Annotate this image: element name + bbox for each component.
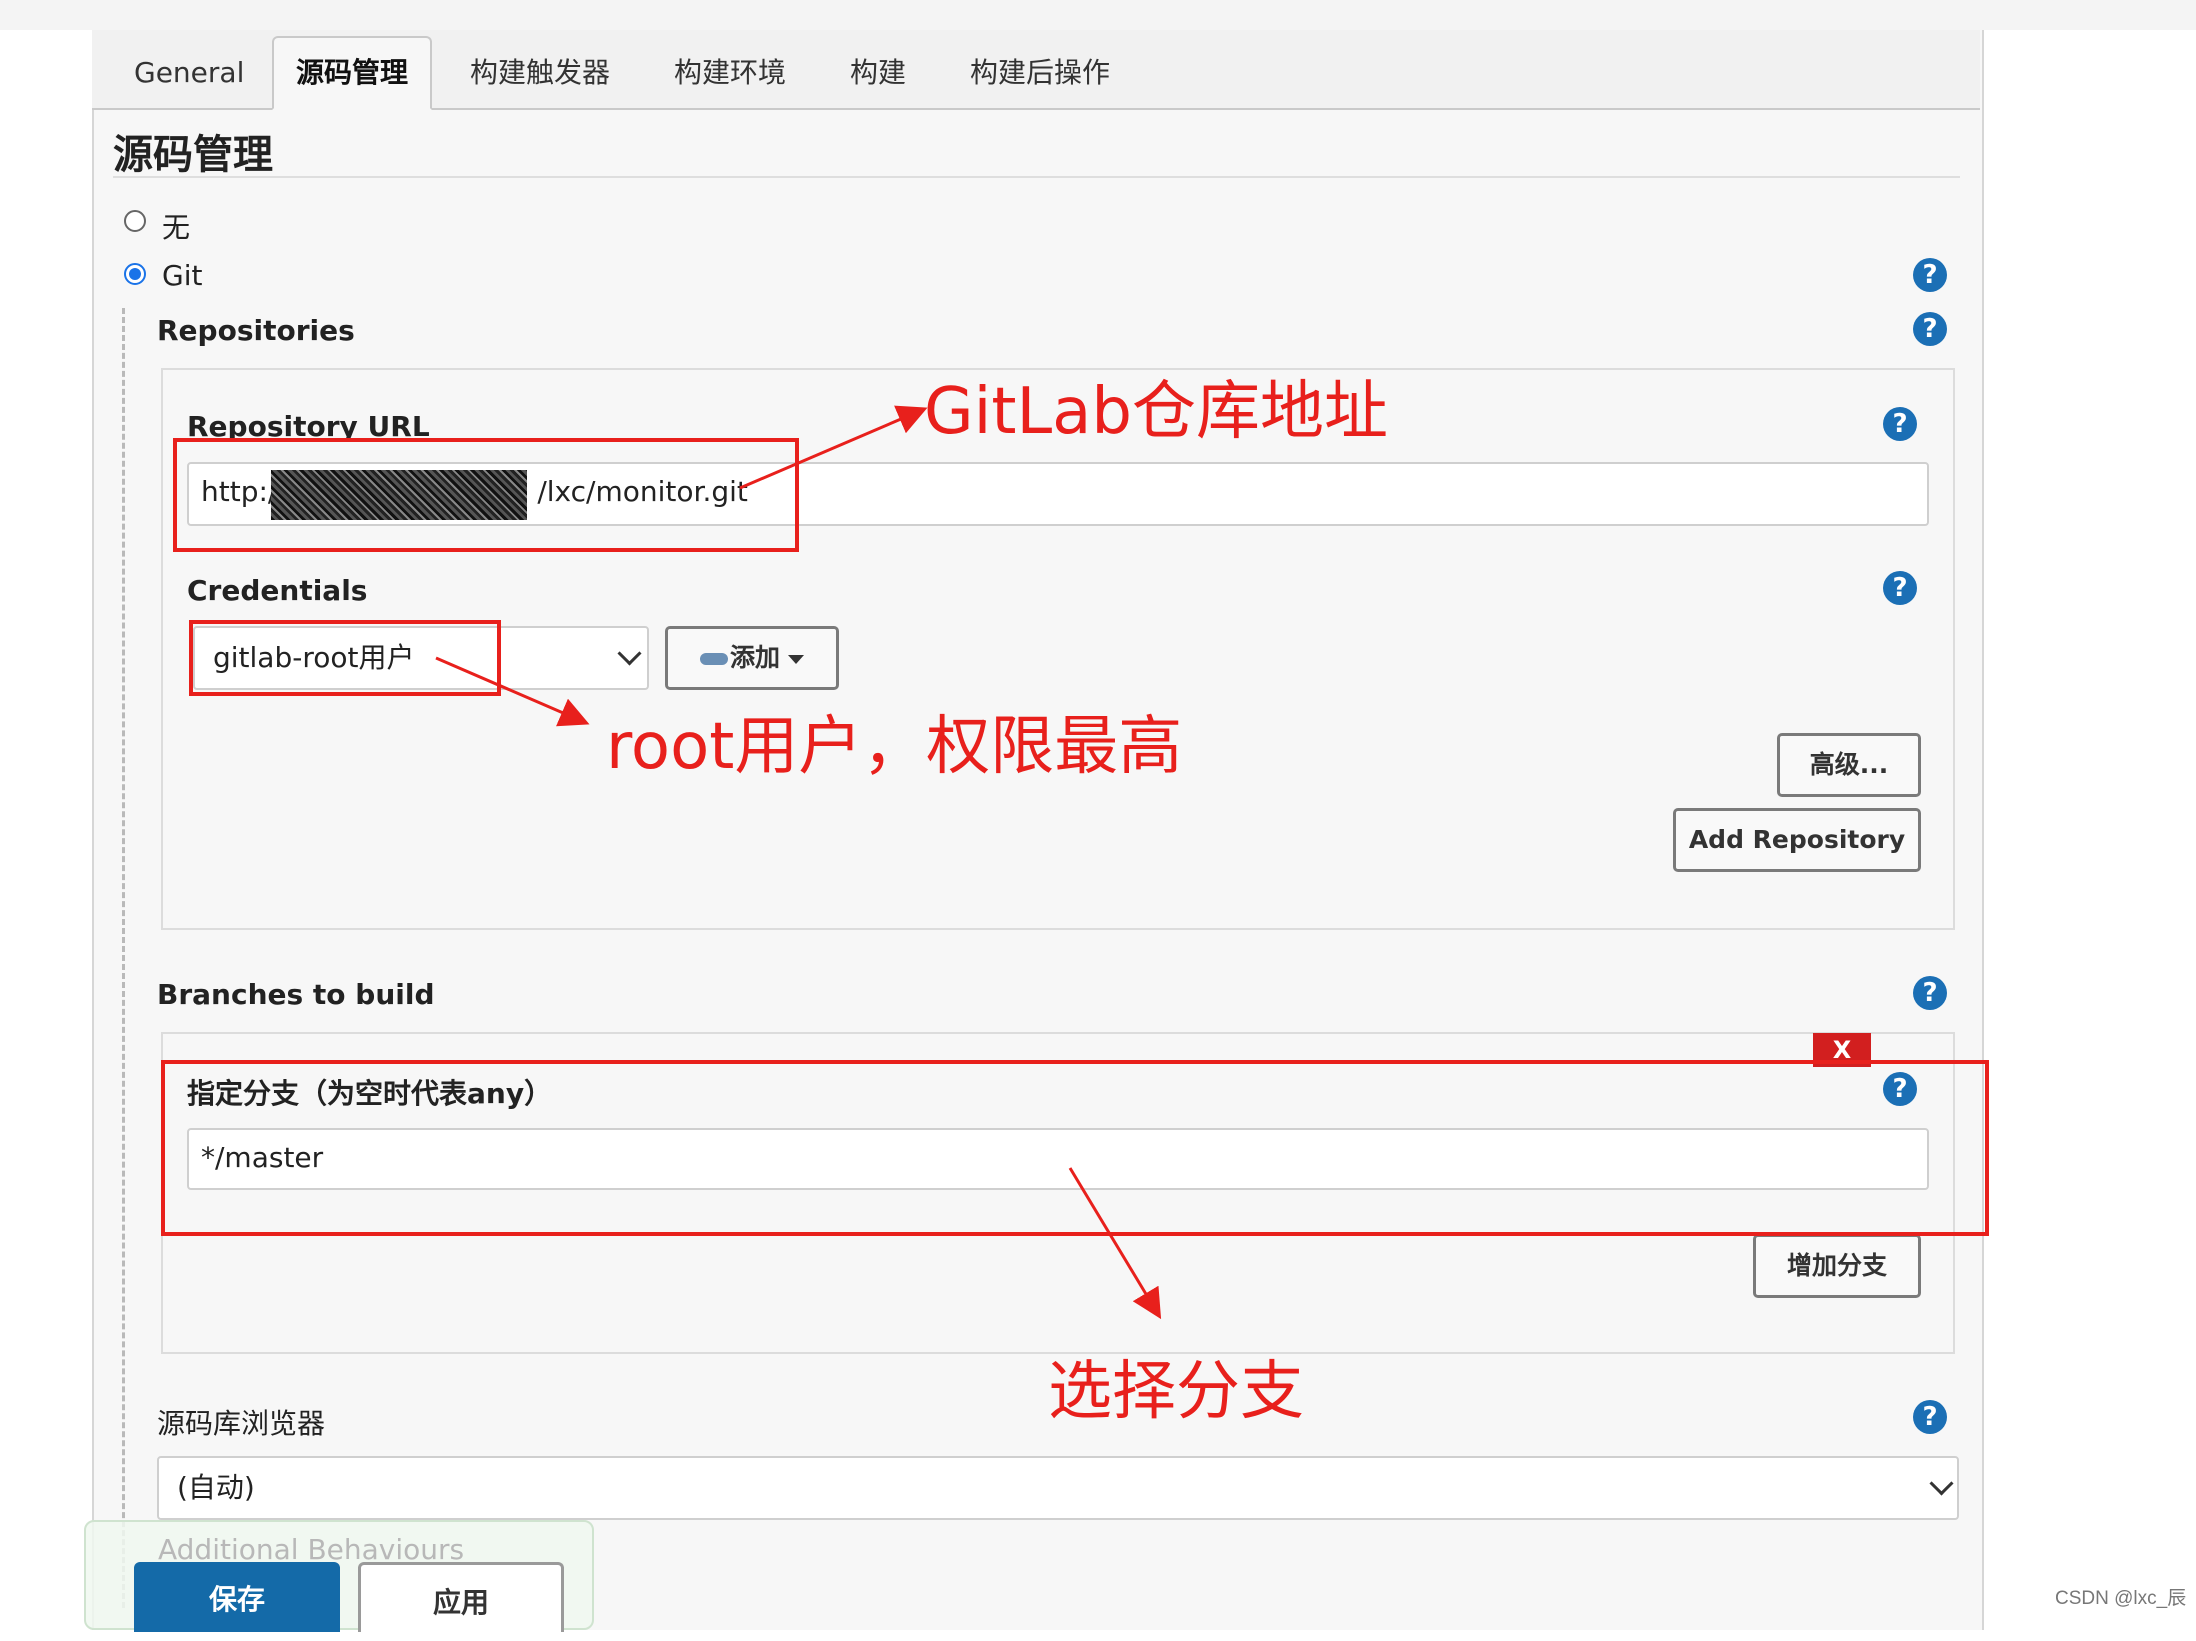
arrow-to-gitlab (739, 405, 928, 490)
annotation-arrows (435, 405, 1162, 1320)
arrow-to-root (435, 656, 590, 727)
watermark: CSDN @lxc_辰 (2055, 1588, 2187, 1609)
arrow-to-branch (1068, 1167, 1162, 1320)
